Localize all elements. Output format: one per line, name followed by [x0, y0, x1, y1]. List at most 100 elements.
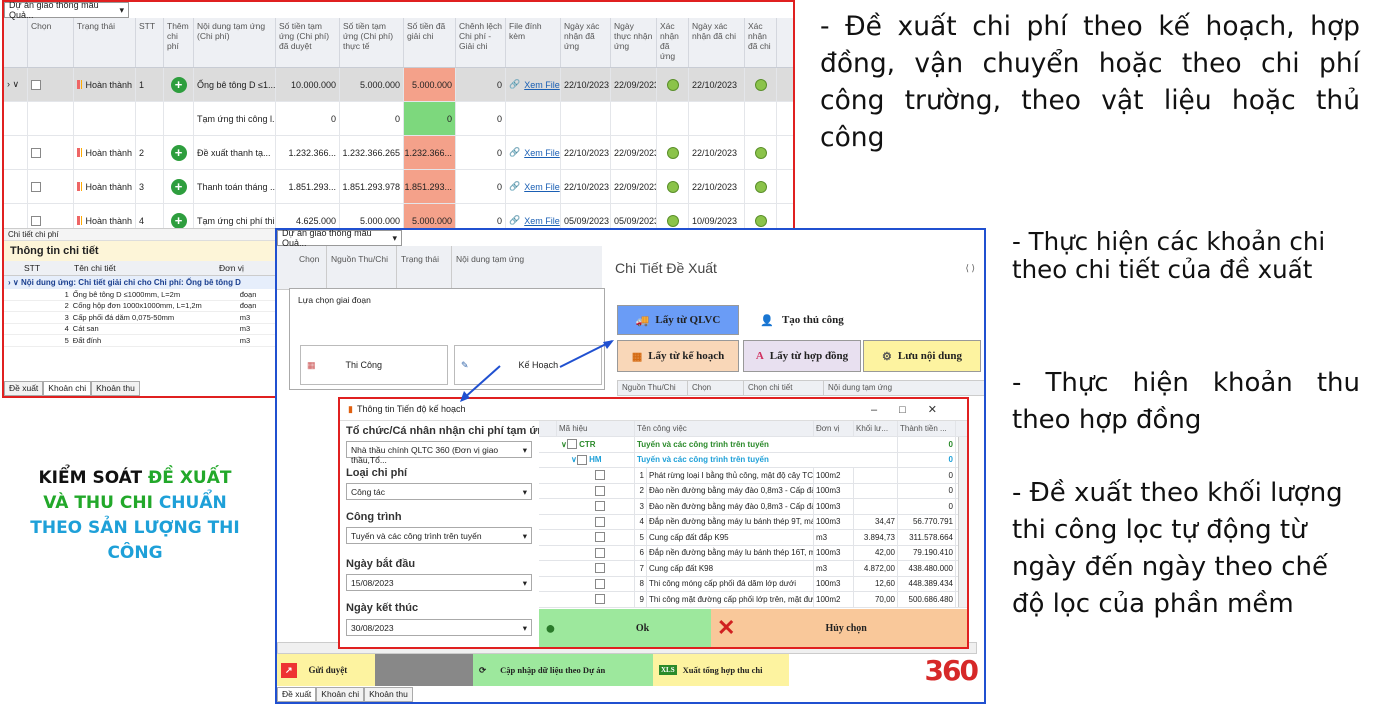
table-row[interactable]: Hoàn thành 2 + Đề xuất thanh tạ... 1.232.366…	[4, 136, 793, 170]
btn-xuat-tong-hop[interactable]: XLS Xuất tổng hợp thu chi	[653, 654, 789, 686]
work-row[interactable]: 4 Đắp nền đường bằng máy lu bánh thép 9T,…	[539, 514, 967, 530]
add-cost-icon[interactable]: +	[170, 178, 187, 195]
work-row[interactable]: 8 Thi công móng cấp phối đá dăm lớp dưới 1…	[539, 576, 967, 592]
work-row[interactable]: 7 Cung cấp đất K98 m3 4.872,00 438.480.000	[539, 561, 967, 577]
add-cost-icon[interactable]: +	[170, 144, 187, 161]
row-checkbox[interactable]	[31, 181, 41, 192]
work-row[interactable]: 9 Thi công mặt đường cấp phối lớp trên, m…	[539, 592, 967, 608]
btn-cap-nhap[interactable]: ⟳ Cập nhập dữ liệu theo Dự án	[473, 654, 653, 686]
org-select[interactable]: Nhà thầu chính QLTC 360 (Đơn vị giao thầ…	[346, 441, 532, 465]
table-row[interactable]: Tạm ứng thi công l... 0 0 0 0	[4, 102, 793, 136]
phase-ke-hoach[interactable]: ✎ Kế Hoạch	[454, 345, 602, 385]
detail-row[interactable]: 1 Ống bê tông D ≤1000mm, L=2m đoạn	[4, 289, 279, 301]
btn-lay-qlvc[interactable]: 🚚 Lấy từ QLVC	[617, 305, 739, 335]
add-cost-icon[interactable]: +	[170, 212, 187, 229]
work-row-name: Đào nền đường bằng máy đào 0,8m3 - Cấp đ…	[647, 499, 814, 514]
sub-col-noidung: Nội dung tạm ứng	[828, 383, 893, 392]
view-file-link[interactable]: Xem File	[524, 182, 560, 192]
btn-lay-hop-dong[interactable]: A Lấy từ hợp đồng	[743, 340, 861, 372]
start-date-field[interactable]: 15/08/2023 ▾	[346, 574, 532, 591]
tab2-khoan-thu[interactable]: Khoản thu	[364, 687, 413, 702]
detail-tab[interactable]: Chi tiết chi phí	[4, 229, 279, 241]
work-row-checkbox[interactable]	[595, 563, 605, 574]
sub-grid-header: Nguồn Thu/Chi Chọn Chọn chi tiết Nội dun…	[617, 380, 984, 396]
end-date-field[interactable]: 30/08/2023 ▾	[346, 619, 532, 636]
link-icon: 🔗	[509, 147, 521, 157]
work-row-select	[539, 514, 635, 529]
project-select-2[interactable]: Dự án giao thông mẫu Quả... ▾	[277, 230, 402, 248]
work-select[interactable]: Tuyến và các công trình trên tuyến ▾	[346, 527, 532, 544]
view-file-link[interactable]: Xem File	[524, 216, 560, 226]
group-ctr-checkbox[interactable]	[566, 439, 577, 450]
row-checkbox[interactable]	[31, 79, 41, 90]
phase-thi-cong[interactable]: ▦ Thi Công	[300, 345, 448, 385]
project-select[interactable]: Dự án giao thông mẫu Quả... ▾	[4, 0, 129, 20]
work-row-select	[539, 561, 635, 576]
view-file-link[interactable]: Xem File	[524, 148, 560, 158]
detail-row[interactable]: 5 Đất đính m3	[4, 335, 279, 347]
row-stt: 3	[136, 170, 164, 203]
btn-lay-ke-hoach[interactable]: ▦ Lấy từ kế hoạch	[617, 340, 739, 372]
work-row-qty: 70,00	[854, 592, 898, 607]
view-file-link[interactable]: Xem File	[524, 80, 560, 90]
detail-row[interactable]: 4 Cát san m3	[4, 324, 279, 335]
work-row-checkbox[interactable]	[595, 532, 605, 543]
edit-icon: ✎	[461, 359, 469, 370]
cost-select[interactable]: Công tác ▾	[346, 483, 532, 500]
cost-value: Công tác	[351, 487, 386, 497]
start-label: Ngày bắt đầu	[346, 558, 416, 570]
row-expand[interactable]: › ∨	[4, 68, 28, 101]
work-row[interactable]: 3 Đào nền đường bằng máy đào 0,8m3 - Cấp …	[539, 499, 967, 515]
group-ctr-value: 0	[898, 437, 956, 452]
tab2-khoan-chi[interactable]: Khoản chi	[316, 687, 365, 702]
pager-icon[interactable]: ⟨ ⟩	[965, 263, 975, 274]
window-controls[interactable]: –□✕	[871, 403, 959, 416]
row-spent: 5.000.000	[404, 68, 456, 101]
tab-de-xuat[interactable]: Đề xuất	[4, 381, 44, 396]
group-row-ctr[interactable]: ∨ CTR Tuyến và các công trình trên tuyến…	[539, 437, 967, 453]
org-label: Tổ chức/Cá nhân nhận chi phí tạm ứng	[346, 425, 551, 437]
work-row[interactable]: 1 Phát rừng loại I bằng thủ công, mật độ …	[539, 468, 967, 484]
win2-tabs: Đề xuất Khoản chi Khoản thu	[277, 687, 413, 702]
work-row[interactable]: 6 Đắp nền đường bằng máy lu bánh thép 16T…	[539, 545, 967, 561]
add-cost-icon[interactable]: +	[170, 76, 187, 93]
work-row-checkbox[interactable]	[595, 594, 605, 605]
detail-row[interactable]: 3 Cấp phối đá dăm 0,075-50mm m3	[4, 312, 279, 324]
work-row-checkbox[interactable]	[595, 547, 605, 558]
tab-khoan-chi[interactable]: Khoản chi	[43, 381, 92, 396]
vertical-scrollbar[interactable]	[958, 437, 967, 607]
table-row[interactable]: › ∨ Hoàn thành 1 + Ống bê tông D ≤1... 10.000…	[4, 68, 793, 102]
tab-khoan-thu[interactable]: Khoản thu	[91, 381, 140, 396]
logo-text: 360	[924, 653, 979, 687]
row-confirm-cell	[657, 102, 689, 135]
project-select-value: Dự án giao thông mẫu Quả...	[9, 0, 99, 20]
table-row[interactable]: Hoàn thành 3 + Thanh toán tháng ... 1.851.29…	[4, 170, 793, 204]
btn-gui-duyet[interactable]: ↗ Gửi duyệt	[277, 654, 375, 686]
detail-row[interactable]: 2 Cống hộp đơn 1000x1000mm, L=1,2m đoạn	[4, 301, 279, 312]
group-row-hm[interactable]: ∨ HM Tuyến và các công trình trên tuyến …	[539, 452, 967, 468]
btn-luu-noi-dung[interactable]: ⚙ Lưu nội dung	[863, 340, 981, 372]
detail-group-row[interactable]: › ∨ Nội dung ứng: Chi tiết giải chi cho …	[4, 276, 279, 289]
row-checkbox[interactable]	[31, 215, 41, 226]
row-file-cell: 🔗 Xem File	[506, 68, 561, 101]
work-row-checkbox[interactable]	[595, 516, 605, 527]
work-row-checkbox[interactable]	[595, 578, 605, 589]
work-row[interactable]: 2 Đào nền đường bằng máy đào 0,8m3 - Cấp …	[539, 483, 967, 499]
tab2-de-xuat[interactable]: Đề xuất	[277, 687, 317, 702]
col-header: Số tiền đã giải chi	[404, 18, 456, 67]
work-table: Mã hiệu Tên công việc Đơn vị Khối lư... …	[539, 421, 967, 608]
work-row-select	[539, 592, 635, 607]
work-row-checkbox[interactable]	[595, 485, 605, 496]
work-row-checkbox[interactable]	[595, 501, 605, 512]
group-hm-checkbox[interactable]	[576, 454, 587, 465]
ok-button[interactable]: ● Ok	[539, 609, 711, 647]
cancel-button[interactable]: ✕ Hủy chọn	[711, 609, 967, 647]
schedule-dialog: ▮ Thông tin Tiến độ kế hoạch –□✕ Tổ chức/…	[338, 397, 969, 649]
slogan: KIỂM SOÁT ĐỀ XUẤT VÀ THU CHI CHUẨN THEO …	[30, 466, 240, 566]
work-row-checkbox[interactable]	[595, 470, 605, 481]
row-checkbox[interactable]	[31, 147, 41, 158]
btn-tao-thu-cong[interactable]: 👤 Tạo thủ công	[743, 305, 861, 335]
work-row-amount: 500.686.480	[898, 592, 956, 607]
row-confirm-cell	[657, 68, 689, 101]
work-row[interactable]: 5 Cung cấp đất đắp K95 m3 3.894,73 311.578.6…	[539, 530, 967, 546]
